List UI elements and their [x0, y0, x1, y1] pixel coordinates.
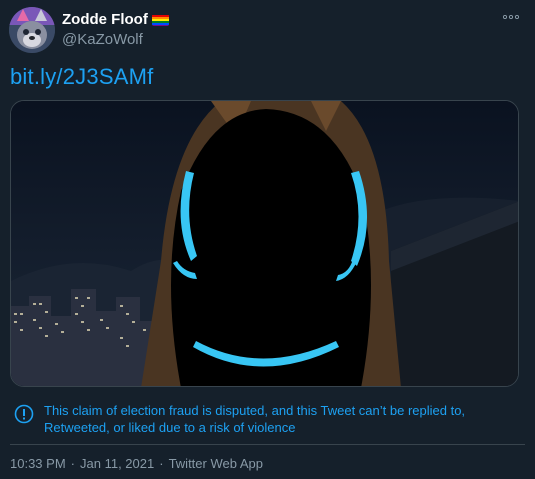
tweet-link[interactable]: bit.ly/2J3SAMf	[10, 64, 153, 90]
divider	[10, 444, 525, 445]
author-name-row[interactable]: Zodde Floof	[62, 11, 169, 28]
avatar[interactable]	[9, 7, 55, 53]
author-handle[interactable]: @KaZoWolf	[62, 31, 143, 48]
meta-separator: ·	[70, 456, 75, 471]
tweet-media-image[interactable]	[10, 100, 519, 387]
more-options-icon	[503, 15, 519, 19]
tweet-date[interactable]: Jan 11, 2021	[80, 456, 154, 471]
tweet-time[interactable]: 10:33 PM	[10, 456, 66, 471]
more-options-button[interactable]	[499, 8, 523, 26]
tweet-source[interactable]: Twitter Web App	[169, 456, 263, 471]
tweet-metadata: 10:33 PM · Jan 11, 2021 · Twitter Web Ap…	[10, 456, 263, 471]
exclamation-circle-icon	[14, 404, 34, 424]
rainbow-flag-icon	[151, 14, 169, 26]
media-illustration	[11, 101, 518, 386]
avatar-image	[9, 7, 55, 53]
tweet-card: Zodde Floof @KaZoWolf bit.ly/2J3SAMf Thi…	[0, 0, 535, 479]
warning-text[interactable]: This claim of election fraud is disputed…	[44, 402, 514, 436]
misinformation-warning[interactable]: This claim of election fraud is disputed…	[10, 396, 519, 440]
meta-separator: ·	[159, 456, 164, 471]
display-name[interactable]: Zodde Floof	[62, 11, 148, 28]
